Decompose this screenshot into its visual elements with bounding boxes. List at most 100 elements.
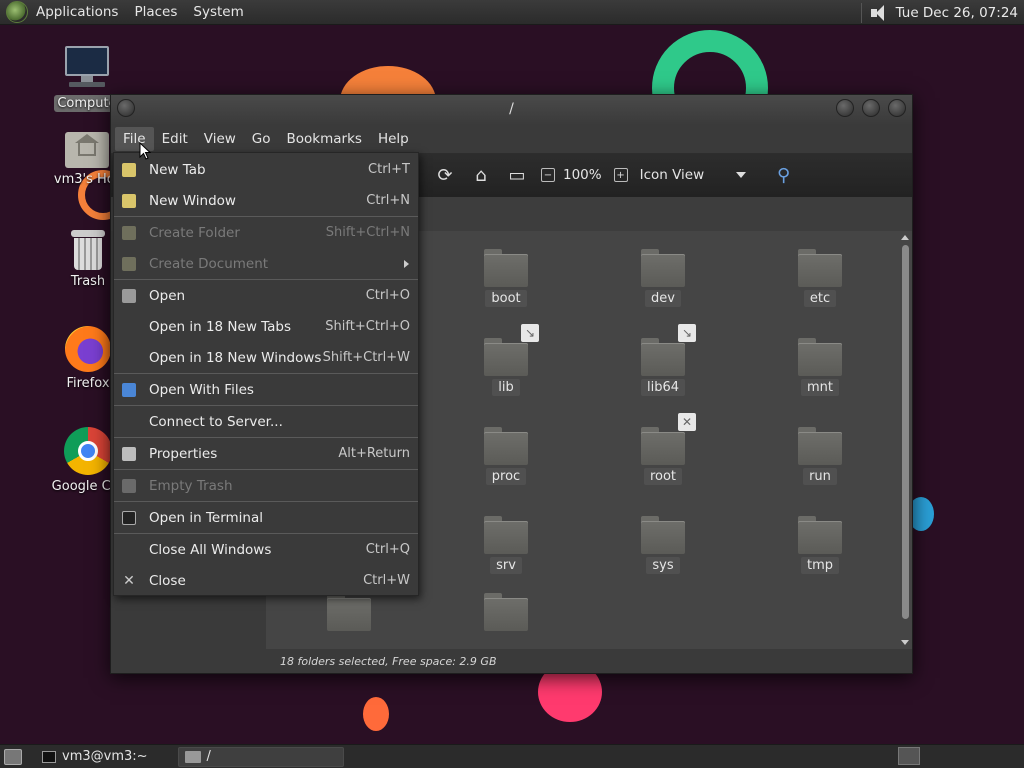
system-menu[interactable]: System (185, 4, 251, 20)
menu-item-properties[interactable]: Properties Alt+Return (114, 438, 418, 469)
menu-bookmarks[interactable]: Bookmarks (279, 127, 370, 151)
folder-boot[interactable]: boot (461, 249, 551, 307)
folder-tmp[interactable]: tmp (775, 516, 865, 574)
menu-item-label: New Window (149, 192, 236, 209)
computer-icon[interactable]: ▭ (505, 163, 529, 187)
folder-partial[interactable] (304, 593, 394, 631)
view-mode-select[interactable]: Icon View (640, 167, 724, 183)
volume-icon[interactable] (870, 4, 888, 22)
menu-item-open-in-new-windows[interactable]: Open in 18 New Windows Shift+Ctrl+W (114, 342, 418, 373)
minimize-button[interactable] (836, 99, 854, 117)
menu-item-open[interactable]: Open Ctrl+O (114, 280, 418, 311)
folder-icon (798, 338, 842, 376)
folder-sys[interactable]: sys (618, 516, 708, 574)
menu-help[interactable]: Help (370, 127, 417, 151)
workspace-switcher[interactable] (898, 747, 920, 765)
desktop-icon-label: Firefox (66, 376, 110, 391)
home-icon[interactable]: ⌂ (469, 163, 493, 187)
menu-item-shortcut: Ctrl+O (365, 288, 410, 303)
menu-item-open-in-new-tabs[interactable]: Open in 18 New Tabs Shift+Ctrl+O (114, 311, 418, 342)
scroll-up-arrow-icon[interactable] (901, 235, 909, 240)
menu-item-label: Create Document (149, 255, 269, 272)
places-menu[interactable]: Places (126, 4, 185, 20)
applications-menu[interactable]: Applications (28, 4, 126, 20)
scroll-down-arrow-icon[interactable] (901, 640, 909, 645)
folder-label: lib64 (640, 379, 686, 396)
menu-item-label: Connect to Server... (149, 413, 283, 430)
menu-item-open-with-files[interactable]: Open With Files (114, 374, 418, 405)
close-window-button[interactable] (888, 99, 906, 117)
folder-icon (184, 750, 201, 763)
no-access-emblem-icon: ✕ (678, 413, 696, 431)
menu-view[interactable]: View (196, 127, 244, 151)
folder-icon (484, 593, 528, 631)
tray-separator (860, 2, 862, 23)
folder-label: dev (645, 290, 681, 307)
menu-edit[interactable]: Edit (154, 127, 196, 151)
menu-item-open-in-terminal[interactable]: Open in Terminal (114, 502, 418, 533)
search-icon[interactable]: ⚲ (772, 163, 796, 187)
reload-icon[interactable]: ⟳ (433, 163, 457, 187)
computer-icon (63, 46, 111, 92)
window-title: / (509, 101, 514, 117)
folder-root[interactable]: root (618, 427, 708, 485)
folder-etc[interactable]: etc (775, 249, 865, 307)
folder-srv[interactable]: srv (461, 516, 551, 574)
menu-item-new-window[interactable]: New Window Ctrl+N (114, 185, 418, 216)
menu-item-close-all-windows[interactable]: Close All Windows Ctrl+Q (114, 534, 418, 565)
menu-go[interactable]: Go (244, 127, 279, 151)
folder-run[interactable]: run (775, 427, 865, 485)
folder-icon (798, 516, 842, 554)
zoom-in-icon[interactable]: + (613, 168, 628, 182)
scrollbar-thumb[interactable] (902, 245, 909, 619)
top-panel: Applications Places System Tue Dec 26, 0… (0, 0, 1024, 25)
folder-dev[interactable]: dev (618, 249, 708, 307)
taskbar-item-label: vm3@vm3:~ (62, 749, 148, 764)
menu-item-shortcut: Shift+Ctrl+N (325, 225, 410, 240)
folder-proc[interactable]: proc (461, 427, 551, 485)
folder-label: sys (646, 557, 680, 574)
folder-lib64[interactable]: lib64 (618, 338, 708, 396)
vertical-scrollbar[interactable] (900, 235, 910, 645)
menu-item-create-document: Create Document (114, 248, 418, 279)
folder-lib[interactable]: lib (461, 338, 551, 396)
folder-label: mnt (801, 379, 839, 396)
clock[interactable]: Tue Dec 26, 07:24 (896, 5, 1018, 21)
menu-item-new-tab[interactable]: New Tab Ctrl+T (114, 154, 418, 185)
folder-partial[interactable] (461, 593, 551, 631)
menu-item-label: Open in Terminal (149, 509, 263, 526)
file-menu-dropdown: New Tab Ctrl+T New Window Ctrl+N Create … (113, 152, 419, 596)
window-titlebar[interactable]: / (111, 95, 912, 125)
folder-icon (484, 427, 528, 465)
folder-icon (641, 516, 685, 554)
menu-item-label: Open in 18 New Tabs (149, 318, 292, 335)
symlink-emblem-icon: ↘ (521, 324, 539, 342)
symlink-emblem-icon: ↘ (678, 324, 696, 342)
zoom-out-icon[interactable]: − (541, 168, 555, 182)
folder-icon (327, 593, 371, 631)
create-document-icon (122, 256, 136, 271)
show-desktop-icon[interactable] (4, 748, 22, 765)
open-icon (122, 288, 136, 303)
folder-icon (798, 249, 842, 287)
menu-item-connect-to-server[interactable]: Connect to Server... (114, 406, 418, 437)
maximize-button[interactable] (862, 99, 880, 117)
taskbar-item-file-manager[interactable]: / (177, 746, 344, 767)
menu-item-label: Properties (149, 445, 218, 462)
folder-icon (484, 249, 528, 287)
status-bar: 18 folders selected, Free space: 2.9 GB (266, 649, 912, 673)
menu-item-empty-trash: Empty Trash (114, 470, 418, 501)
folder-label: run (803, 468, 837, 485)
menu-item-label: Close (149, 572, 186, 589)
folder-icon (641, 249, 685, 287)
menu-item-label: Open (149, 287, 186, 304)
folder-label: proc (485, 468, 527, 485)
main-menu-logo-icon[interactable] (6, 1, 28, 23)
bottom-panel: vm3@vm3:~ / (0, 744, 1024, 768)
chevron-down-icon[interactable] (735, 172, 746, 178)
menu-item-shortcut: Ctrl+W (363, 573, 410, 588)
chrome-icon (64, 427, 112, 475)
folder-mnt[interactable]: mnt (775, 338, 865, 396)
menu-item-close[interactable]: ✕ Close Ctrl+W (114, 565, 418, 596)
taskbar-item-terminal[interactable]: vm3@vm3:~ (36, 747, 154, 767)
